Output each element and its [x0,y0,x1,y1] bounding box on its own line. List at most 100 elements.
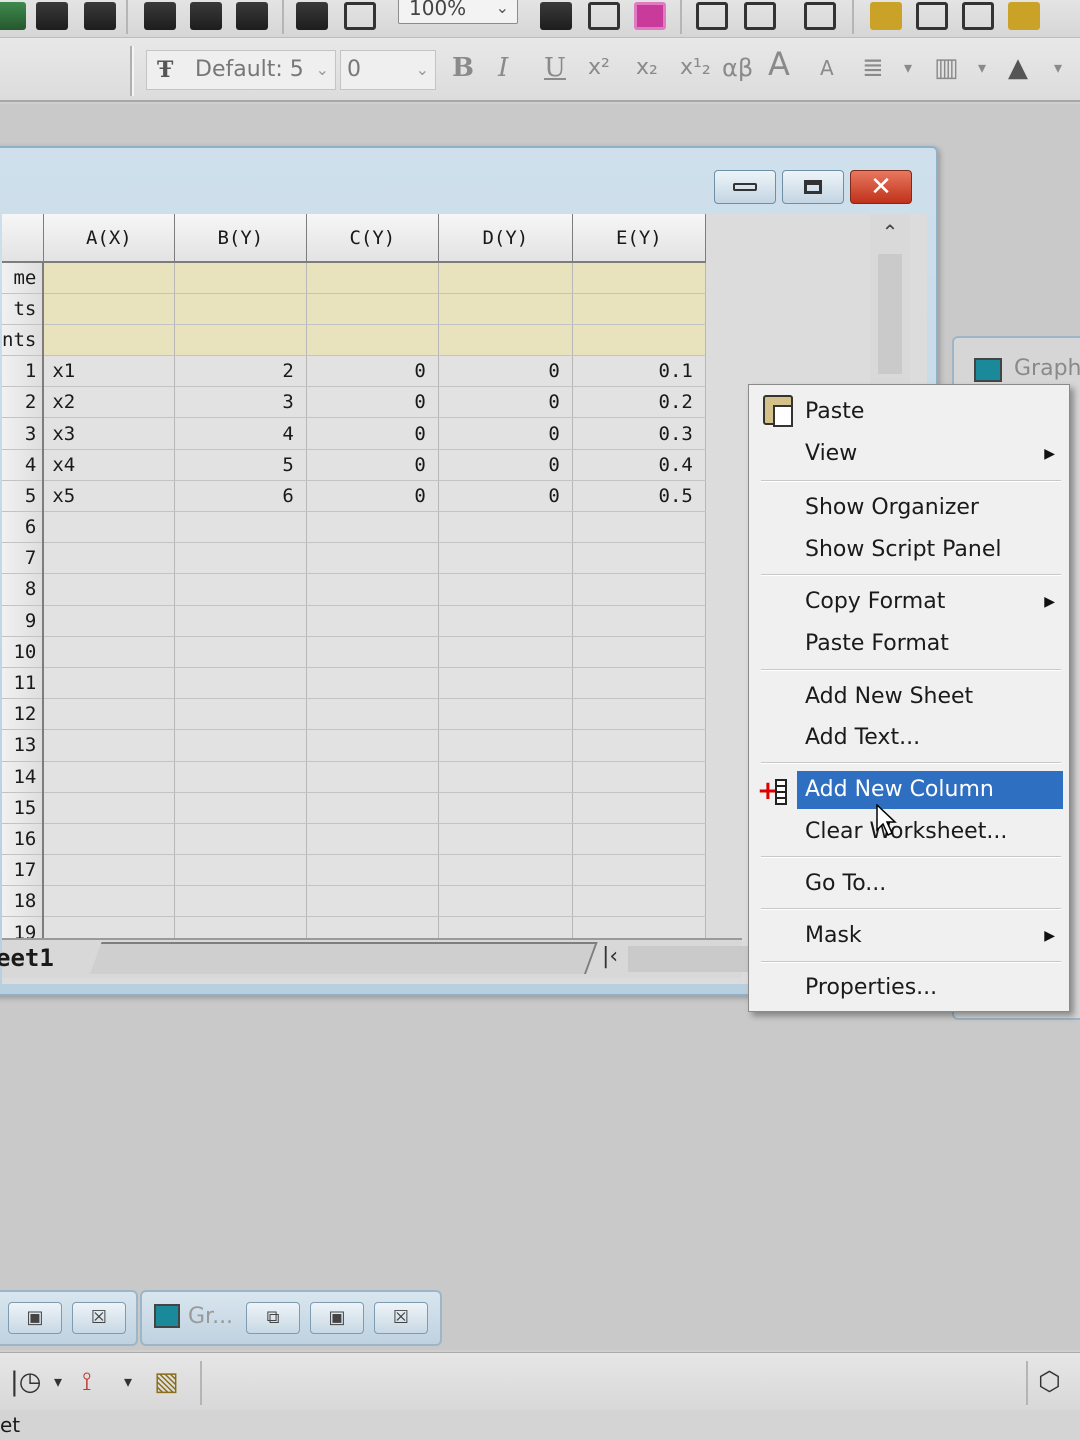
restore-button[interactable]: ⧉ [246,1302,300,1334]
font-size-combo[interactable]: 0 ⌄ [340,50,436,90]
project-explorer-icon[interactable] [804,2,836,30]
metadata-row-label[interactable]: ts [2,293,45,325]
table-cell[interactable] [572,698,706,731]
table-cell[interactable] [174,729,307,762]
save-icon[interactable] [36,2,68,30]
run-icon[interactable] [344,2,376,30]
menu-item-add-text[interactable]: Add Text... [797,719,1063,757]
menu-item-go-to[interactable]: Go To... [797,865,1063,903]
menu-item-add-new-column[interactable]: Add New Column [797,771,1063,809]
table-cell[interactable]: 5 [174,449,307,481]
table-cell[interactable] [306,511,439,544]
table-cell[interactable]: x5 [43,480,175,513]
metadata-cell[interactable] [43,324,175,357]
row-number[interactable]: 14 [2,761,45,793]
table-cell[interactable] [43,854,175,887]
column-header[interactable]: B(Y) [174,214,307,263]
table-cell[interactable] [438,792,573,824]
table-cell[interactable] [438,667,573,700]
column-header[interactable]: C(Y) [306,214,439,263]
horizontal-scrollbar[interactable] [628,946,748,972]
font-name-combo[interactable]: Ŧ Default: 5 ⌄ [146,50,336,90]
menu-item-mask[interactable]: Mask ▶ [797,917,1063,955]
menu-item-paste-format[interactable]: Paste Format [797,625,1063,663]
command-window-icon[interactable] [916,2,948,30]
table-cell[interactable] [174,573,307,606]
table-cell[interactable]: 0.2 [572,386,706,419]
table-cell[interactable] [438,698,573,731]
table-cell[interactable] [572,885,706,918]
metadata-cell[interactable] [174,324,307,357]
table-cell[interactable] [306,761,439,793]
import-wizard-icon[interactable] [236,2,268,30]
table-cell[interactable] [438,511,573,544]
row-number[interactable]: 6 [2,511,45,544]
table-cell[interactable] [306,542,439,575]
superscript-button[interactable]: x² [588,52,610,84]
table-cell[interactable] [306,729,439,762]
table-cell[interactable] [174,605,307,637]
scroll-left-icon[interactable]: |‹ [602,944,618,969]
metadata-row-label[interactable]: nts [2,324,45,357]
scroll-up-icon[interactable]: ⌃ [870,220,910,244]
open-icon[interactable] [0,2,26,30]
underline-button[interactable]: U [544,52,566,84]
row-number[interactable]: 4 [2,449,45,481]
table-cell[interactable] [306,698,439,731]
metadata-cell[interactable] [438,262,573,294]
menu-item-view[interactable]: View ▶ [797,435,1063,473]
table-cell[interactable] [43,698,175,731]
metadata-cell[interactable] [174,293,307,325]
table-cell[interactable]: 0 [438,355,573,388]
row-number[interactable]: 7 [2,542,45,575]
recalculate-icon[interactable] [296,2,328,30]
table-cell[interactable] [174,511,307,544]
row-number[interactable]: 5 [2,480,45,513]
table-cell[interactable] [43,542,175,575]
table-cell[interactable] [174,667,307,700]
table-cell[interactable] [572,542,706,575]
row-number[interactable]: 11 [2,667,45,700]
table-cell[interactable] [438,823,573,856]
close-button[interactable]: ☒ [374,1302,428,1334]
table-cell[interactable]: 0.3 [572,417,706,450]
metadata-cell[interactable] [43,262,175,294]
table-cell[interactable] [43,792,175,824]
row-number[interactable]: 16 [2,823,45,856]
table-cell[interactable] [306,605,439,637]
table-cell[interactable] [572,761,706,793]
table-cell[interactable] [43,667,175,700]
metadata-cell[interactable] [438,293,573,325]
row-number[interactable]: 15 [2,792,45,824]
chevron-down-icon[interactable]: ▾ [124,1367,132,1397]
metadata-cell[interactable] [572,293,706,325]
table-cell[interactable]: 0 [306,386,439,419]
close-button[interactable]: ☒ [72,1302,126,1334]
increase-font-button[interactable]: A [768,48,790,80]
toolbar-grip[interactable] [130,46,134,96]
table-cell[interactable]: 2 [174,355,307,388]
save-template-icon[interactable] [84,2,116,30]
menu-item-show-script-panel[interactable]: Show Script Panel [797,531,1063,569]
table-cell[interactable] [306,885,439,918]
chevron-down-icon[interactable]: ▾ [904,52,912,84]
table-cell[interactable] [572,636,706,668]
bold-button[interactable]: B [452,52,474,84]
table-cell[interactable] [438,573,573,606]
layout-icon[interactable] [744,2,776,30]
table-cell[interactable] [438,636,573,668]
menu-item-paste[interactable]: Paste [797,393,1063,431]
metadata-cell[interactable] [174,262,307,294]
table-cell[interactable] [572,573,706,606]
menu-item-properties[interactable]: Properties... [797,969,1063,1007]
table-cell[interactable] [174,885,307,918]
font-color-icon[interactable]: ▲ [1008,52,1028,84]
zoom-combo[interactable]: 100% ⌄ [398,0,518,24]
table-cell[interactable] [438,761,573,793]
supersubscript-button[interactable]: x¹₂ [680,52,711,84]
menu-item-copy-format[interactable]: Copy Format ▶ [797,583,1063,621]
metadata-cell[interactable] [572,324,706,357]
menu-item-clear-worksheet[interactable]: Clear Worksheet... [797,813,1063,851]
table-cell[interactable]: 0 [438,417,573,450]
table-cell[interactable] [572,605,706,637]
